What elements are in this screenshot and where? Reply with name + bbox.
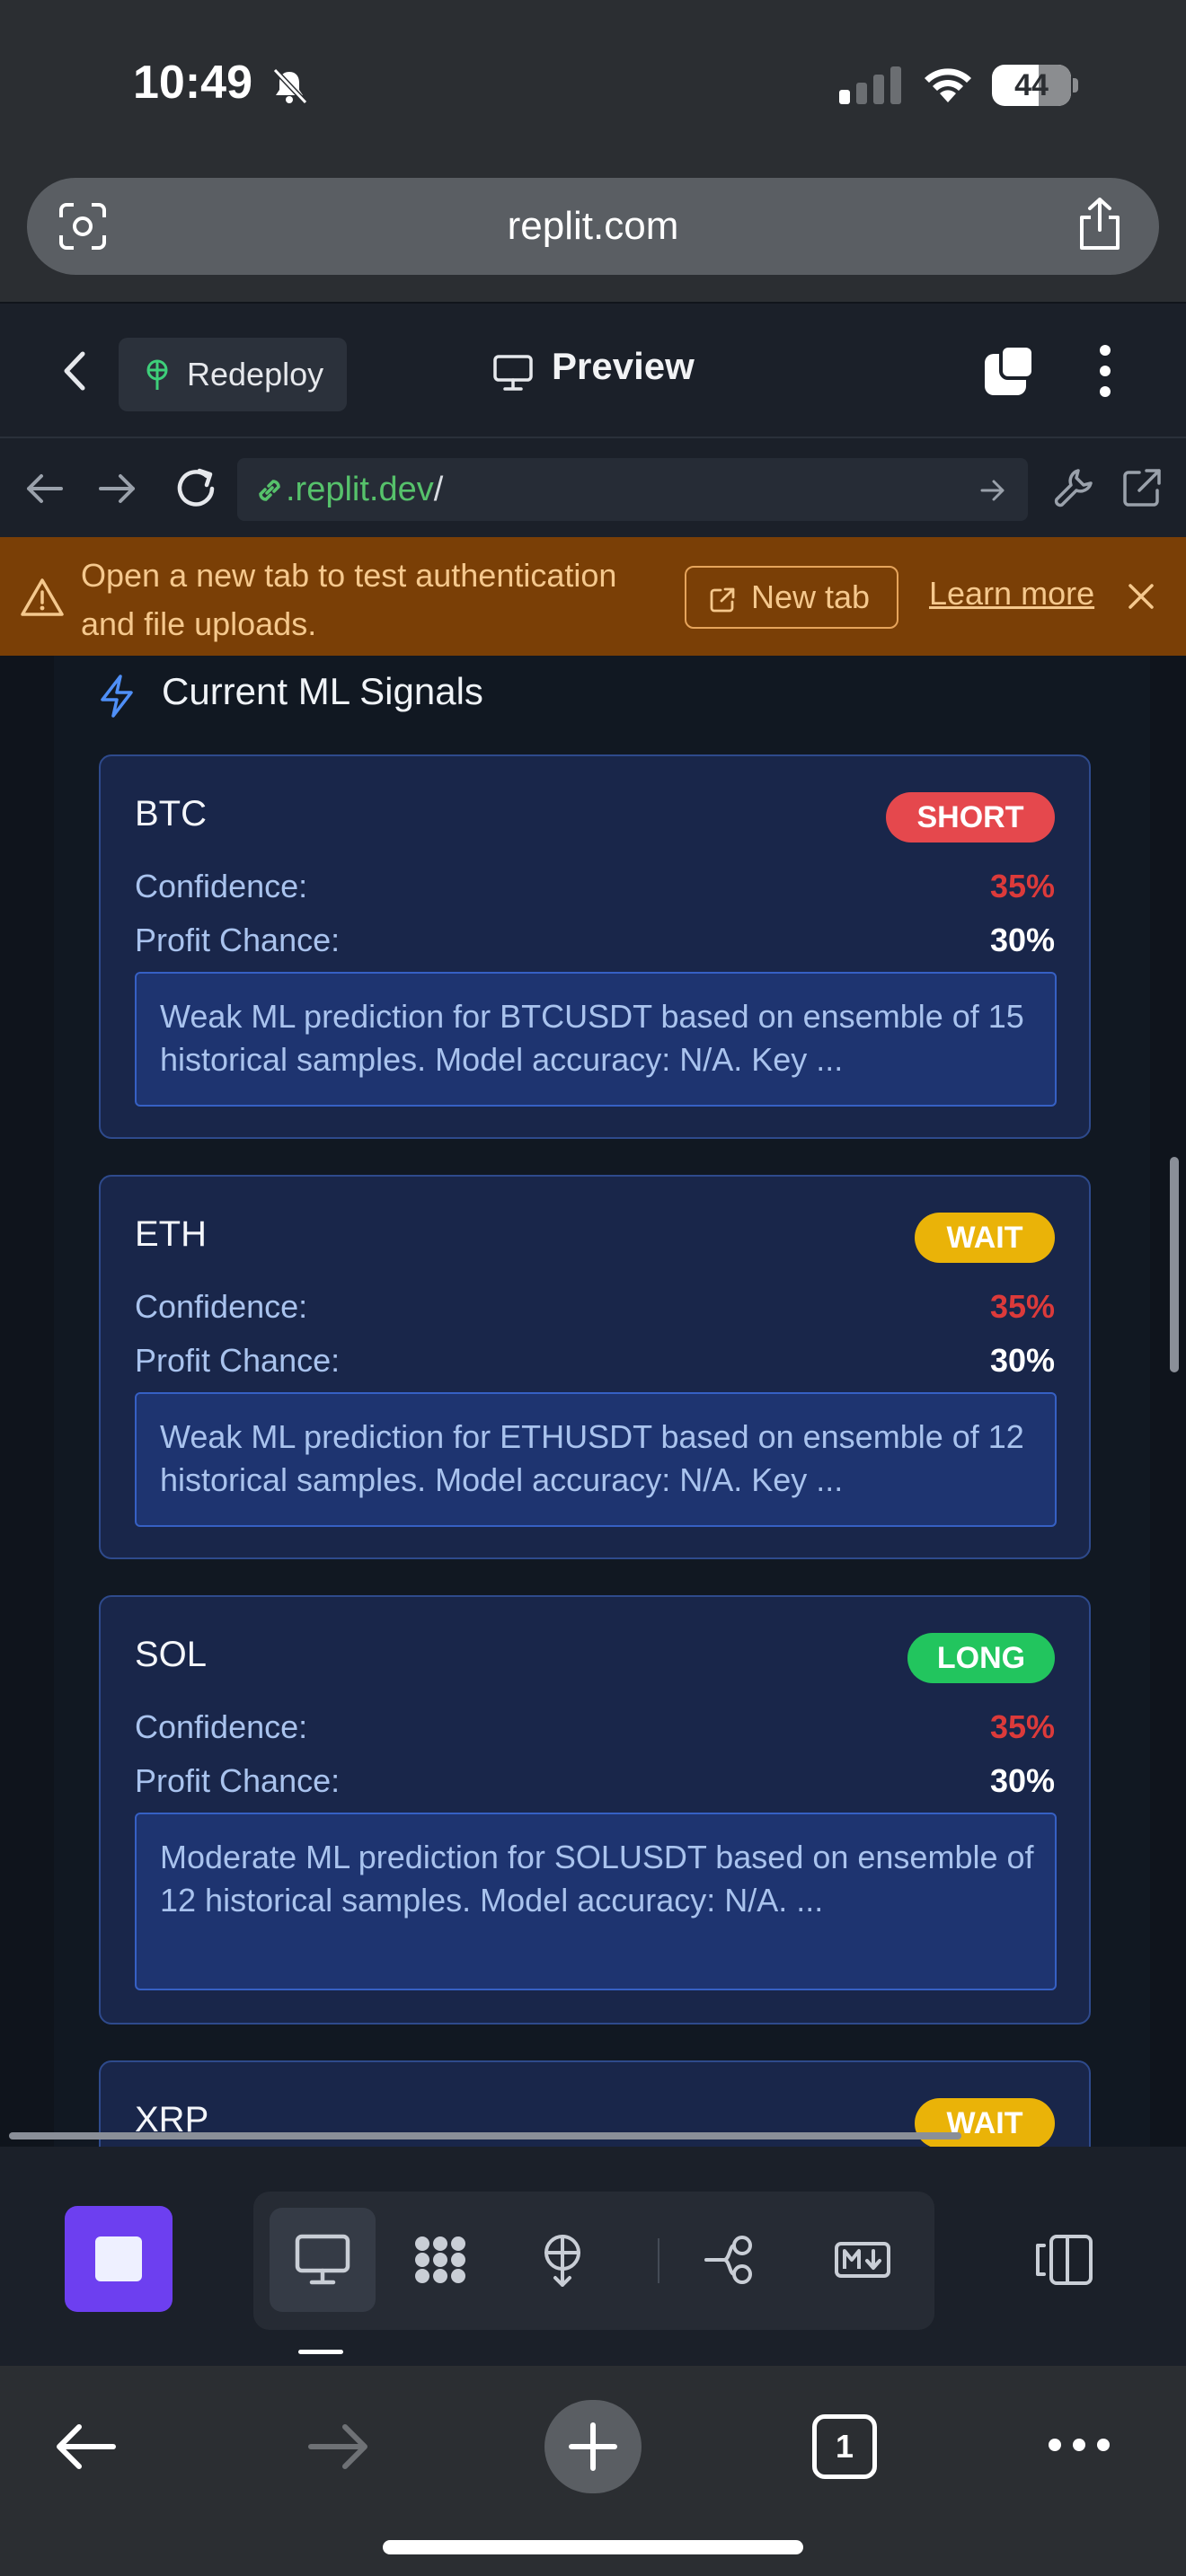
workspace-grid-icon[interactable] — [412, 2233, 469, 2287]
battery-icon: 44 — [992, 65, 1078, 106]
coin-symbol: SOL — [135, 1635, 208, 1674]
profit-chance-label: Profit Chance: — [135, 1342, 341, 1379]
signal-description-box: Weak ML prediction for BTCUSDT based on … — [135, 972, 1057, 1107]
link-icon — [259, 480, 280, 501]
wifi-icon — [925, 68, 971, 102]
profit-chance-label: Profit Chance: — [135, 922, 341, 958]
screen-lens-icon[interactable] — [58, 201, 108, 251]
plus-icon — [569, 2422, 617, 2471]
confidence-label: Confidence: — [135, 1288, 308, 1325]
cellular-signal-icon — [839, 66, 901, 104]
reload-icon[interactable] — [173, 465, 219, 512]
signal-description: Weak ML prediction for BTCUSDT based on … — [160, 998, 1024, 1078]
tabs-icon[interactable] — [981, 343, 1037, 399]
arrow-right-icon[interactable] — [97, 471, 138, 507]
active-tool-indicator — [298, 2350, 343, 2354]
profit-chance-value: 30% — [989, 1342, 1055, 1379]
signal-card-btc: BTC SHORT Confidence: 35% Profit Chance:… — [99, 754, 1091, 1139]
git-branch-icon[interactable] — [703, 2233, 760, 2287]
redeploy-button[interactable]: Redeploy — [119, 338, 347, 411]
redeploy-label: Redeploy — [187, 356, 324, 393]
signal-badge: SHORT — [886, 792, 1055, 842]
coin-symbol: ETH — [135, 1214, 207, 1254]
vertical-scrollbar[interactable] — [1170, 1157, 1179, 1372]
stop-button[interactable] — [65, 2206, 173, 2312]
share-icon[interactable] — [1073, 196, 1127, 253]
replit-bottom-toolbar — [0, 2147, 1186, 2366]
warning-icon — [21, 578, 64, 616]
webview-address-text[interactable]: .replit.dev/ — [286, 458, 443, 521]
new-tab-button[interactable]: New tab — [685, 566, 898, 629]
toolbar-divider — [658, 2238, 659, 2283]
webview-address-field[interactable]: .replit.dev/ — [237, 458, 1028, 521]
confidence-value: 35% — [989, 1708, 1055, 1745]
banner-message: Open a new tab to test authentication an… — [81, 557, 617, 642]
more-horizontal-icon[interactable] — [1048, 2436, 1111, 2454]
battery-level: 44 — [1014, 68, 1049, 102]
browser-url-bar[interactable]: replit.com — [27, 178, 1159, 275]
signal-badge: LONG — [907, 1633, 1055, 1683]
section-title: Current ML Signals — [162, 670, 483, 712]
tool-switcher — [253, 2192, 934, 2330]
forward-arrow-icon[interactable] — [307, 2422, 370, 2472]
horizontal-scrollbar[interactable] — [9, 2132, 961, 2139]
go-arrow-icon[interactable] — [979, 478, 1006, 503]
replit-app-header: Redeploy Preview — [0, 302, 1186, 437]
confidence-value: 35% — [989, 868, 1055, 904]
deploy-icon — [146, 359, 168, 390]
panel-toggle-icon[interactable] — [1033, 2233, 1096, 2287]
signal-description: Moderate ML prediction for SOLUSDT based… — [160, 1839, 1034, 1919]
new-tab-plus-button[interactable] — [544, 2400, 642, 2493]
auth-warning-banner: Open a new tab to test authentication an… — [0, 537, 1186, 656]
webview-address-path: / — [433, 471, 444, 508]
signal-description-box: Moderate ML prediction for SOLUSDT based… — [135, 1813, 1057, 1990]
profit-chance-value: 30% — [989, 922, 1055, 958]
signal-description: Weak ML prediction for ETHUSDT based on … — [160, 1418, 1024, 1498]
deployments-icon[interactable] — [534, 2233, 591, 2287]
close-icon[interactable] — [1125, 580, 1157, 613]
wrench-icon[interactable] — [1051, 465, 1096, 510]
confidence-label: Confidence: — [135, 868, 308, 904]
browser-bottom-bar: 1 — [0, 2366, 1186, 2576]
browser-url-text[interactable]: replit.com — [27, 178, 1159, 275]
ml-signals-section: Current ML Signals BTC SHORT Confidence:… — [54, 656, 1150, 2147]
learn-more-link[interactable]: Learn more — [929, 575, 1094, 613]
signal-description-box: Weak ML prediction for ETHUSDT based on … — [135, 1392, 1057, 1527]
monitor-icon — [493, 355, 533, 391]
external-link-icon[interactable] — [1120, 465, 1164, 510]
signal-card-sol: SOL LONG Confidence: 35% Profit Chance: … — [99, 1595, 1091, 2025]
bell-slash-icon — [272, 67, 308, 105]
more-vertical-icon[interactable] — [1087, 343, 1123, 399]
chevron-left-icon[interactable] — [58, 348, 93, 393]
profit-chance-label: Profit Chance: — [135, 1762, 341, 1799]
monitor-icon — [295, 2234, 350, 2285]
markdown-icon[interactable] — [834, 2233, 891, 2287]
webview-content[interactable]: Current ML Signals BTC SHORT Confidence:… — [0, 656, 1186, 2147]
webview-address-domain: .replit.dev — [286, 471, 434, 508]
profit-chance-value: 30% — [989, 1762, 1055, 1799]
home-indicator — [383, 2540, 803, 2554]
external-link-icon — [710, 587, 735, 613]
coin-symbol: BTC — [135, 794, 207, 834]
stop-icon — [95, 2236, 142, 2281]
confidence-value: 35% — [989, 1288, 1055, 1325]
tab-count-button[interactable]: 1 — [812, 2414, 877, 2479]
status-time: 10:49 — [133, 57, 252, 109]
lightning-icon — [101, 675, 133, 718]
back-arrow-icon[interactable] — [54, 2422, 117, 2472]
preview-title: Preview — [552, 345, 695, 387]
confidence-label: Confidence: — [135, 1708, 308, 1745]
arrow-left-icon[interactable] — [23, 471, 65, 507]
webview-nav-bar: .replit.dev/ — [0, 437, 1186, 537]
browser-top-chrome: 10:49 44 replit.com — [0, 0, 1186, 302]
tool-preview[interactable] — [270, 2208, 376, 2312]
signal-card-eth: ETH WAIT Confidence: 35% Profit Chance: … — [99, 1175, 1091, 1559]
new-tab-label: New tab — [751, 578, 871, 615]
signal-badge: WAIT — [915, 1213, 1055, 1263]
